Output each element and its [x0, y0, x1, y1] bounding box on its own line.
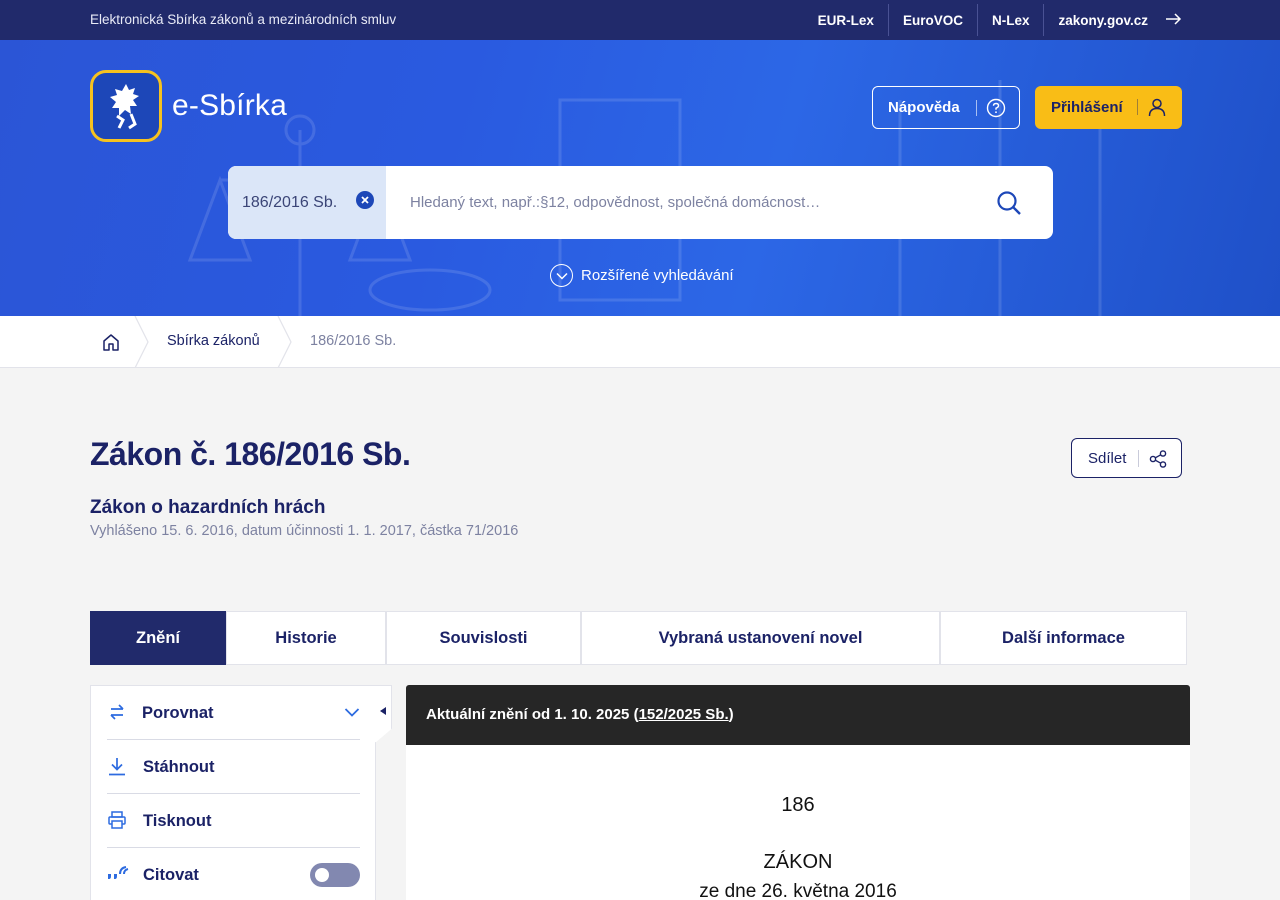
advanced-search-label: Rozšířené vyhledávání — [581, 267, 734, 284]
document-meta: Vyhlášeno 15. 6. 2016, datum účinnosti 1… — [90, 523, 519, 539]
compare-label: Porovnat — [142, 704, 214, 722]
quote-icon — [107, 865, 129, 888]
document-tabs: Znění Historie Souvislosti Vybraná ustan… — [90, 611, 1187, 665]
document-subtitle: Zákon o hazardních hrách — [90, 497, 326, 518]
download-icon — [107, 756, 127, 781]
download-label: Stáhnout — [143, 758, 215, 776]
toggle-knob — [315, 868, 329, 882]
cite-label: Citovat — [143, 866, 199, 884]
document-tools-sidebar: Porovnat Stáhnout Tisknout Citovat — [90, 685, 376, 900]
share-button-label: Sdílet — [1088, 450, 1127, 467]
print-item[interactable]: Tisknout — [107, 794, 360, 848]
zakony-link-label: zakony.gov.cz — [1058, 12, 1148, 28]
caret-left-icon — [380, 707, 386, 715]
search-bar: 186/2016 Sb. Hledaný text, např.:§12, od… — [228, 166, 1053, 239]
logo-text: e-Sbírka — [172, 89, 287, 122]
chip-label: 186/2016 Sb. — [242, 194, 338, 211]
home-icon[interactable] — [101, 332, 121, 357]
clear-chip-icon[interactable] — [356, 191, 374, 209]
swap-icon — [107, 702, 127, 727]
lion-emblem-icon — [90, 70, 162, 142]
page-title: Zákon č. 186/2016 Sb. — [90, 436, 411, 472]
external-links: EUR-Lex EuroVOC N-Lex zakony.gov.cz — [804, 0, 1182, 40]
version-suffix: ) — [728, 706, 734, 723]
zakony-link[interactable]: zakony.gov.cz — [1044, 4, 1182, 36]
version-text: Aktuální znění od 1. 10. 2025 (152/2025 … — [426, 706, 734, 723]
compare-item[interactable]: Porovnat — [107, 686, 360, 740]
chevron-down-icon[interactable] — [344, 705, 360, 723]
site-title: Elektronická Sbírka zákonů a mezinárodní… — [90, 12, 397, 27]
version-prefix: Aktuální znění od 1. 10. 2025 ( — [426, 706, 639, 723]
chevron-down-icon — [550, 264, 573, 287]
login-button-label: Přihlášení — [1051, 99, 1123, 116]
law-date: ze dne 26. května 2016 — [699, 881, 897, 900]
n-lex-link[interactable]: N-Lex — [978, 4, 1045, 36]
law-kind: ZÁKON — [763, 851, 833, 873]
eurovoc-link[interactable]: EuroVOC — [889, 4, 978, 36]
download-item[interactable]: Stáhnout — [107, 740, 360, 794]
user-icon — [1147, 97, 1167, 121]
top-bar: Elektronická Sbírka zákonů a mezinárodní… — [0, 0, 1280, 40]
share-button[interactable]: Sdílet — [1071, 438, 1182, 478]
advanced-search-toggle[interactable]: Rozšířené vyhledávání — [550, 264, 734, 287]
amendment-link[interactable]: 152/2025 Sb. — [639, 706, 729, 723]
search-filter-chip[interactable]: 186/2016 Sb. — [228, 166, 386, 239]
e-sbirka-logo[interactable]: e-Sbírka — [90, 70, 287, 142]
login-button[interactable]: Přihlášení — [1035, 86, 1182, 129]
cite-item[interactable]: Citovat — [107, 848, 360, 900]
tab-dalsi-informace[interactable]: Další informace — [940, 611, 1187, 665]
search-input[interactable]: Hledaný text, např.:§12, odpovědnost, sp… — [410, 194, 820, 211]
eur-lex-link[interactable]: EUR-Lex — [804, 4, 889, 36]
breadcrumb-separator — [277, 316, 292, 368]
tab-souvislosti[interactable]: Souvislosti — [386, 611, 581, 665]
collapse-sidebar-button[interactable] — [375, 685, 392, 743]
question-icon — [986, 98, 1006, 122]
current-version-banner: Aktuální znění od 1. 10. 2025 (152/2025 … — [406, 685, 1190, 745]
breadcrumb-current: 186/2016 Sb. — [310, 333, 397, 349]
divider — [1137, 99, 1138, 115]
search-icon[interactable] — [996, 190, 1022, 221]
law-number: 186 — [781, 794, 815, 816]
divider — [976, 100, 977, 116]
help-button[interactable]: Nápověda — [872, 86, 1020, 129]
tab-vybrana-ustanoveni[interactable]: Vybraná ustanovení novel — [581, 611, 940, 665]
breadcrumb-separator — [134, 316, 149, 368]
help-button-label: Nápověda — [888, 99, 960, 116]
tab-zneni[interactable]: Znění — [90, 611, 226, 665]
printer-icon — [107, 810, 127, 835]
document-body: 186 ZÁKON ze dne 26. května 2016 — [406, 745, 1190, 900]
divider — [1138, 450, 1139, 467]
hero-header: e-Sbírka Nápověda Přihlášení 186/2016 Sb… — [0, 40, 1280, 316]
tab-historie[interactable]: Historie — [226, 611, 386, 665]
cite-toggle[interactable] — [310, 863, 360, 887]
arrow-right-icon — [1166, 12, 1182, 28]
breadcrumb: Sbírka zákonů 186/2016 Sb. — [0, 316, 1280, 368]
breadcrumb-sbirka[interactable]: Sbírka zákonů — [167, 333, 260, 349]
print-label: Tisknout — [143, 812, 212, 830]
share-icon — [1148, 449, 1168, 473]
